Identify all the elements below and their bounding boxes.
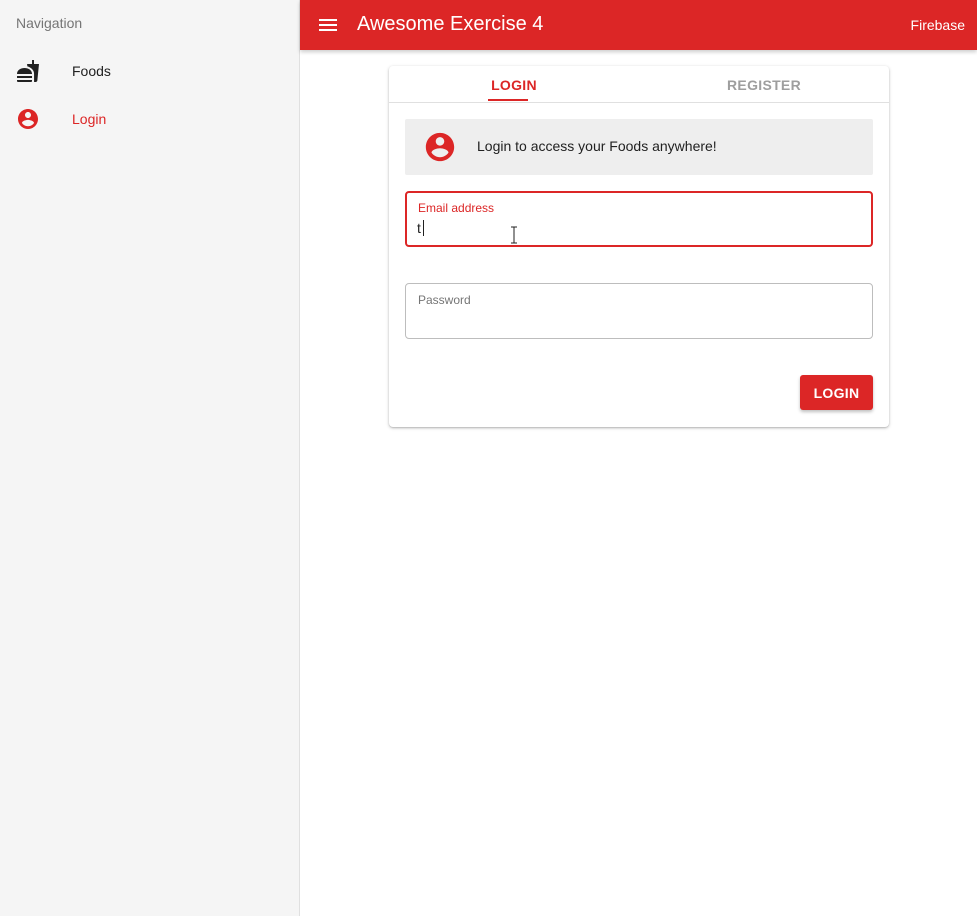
- banner-text: Login to access your Foods anywhere!: [477, 138, 717, 154]
- auth-card: LOGIN REGISTER Login to access your Food…: [389, 66, 889, 427]
- tab-register[interactable]: REGISTER: [639, 66, 889, 103]
- navigation-header: Navigation: [16, 15, 83, 31]
- login-banner: Login to access your Foods anywhere!: [405, 119, 873, 175]
- email-field-label: Email address: [418, 201, 495, 215]
- text-caret: [423, 220, 424, 236]
- email-field[interactable]: Email address: [405, 191, 873, 247]
- app-root: Navigation Foods Login Awesome Exercise …: [0, 0, 977, 916]
- app-toolbar: Awesome Exercise 4 Firebase: [300, 0, 977, 50]
- email-input[interactable]: [417, 217, 857, 239]
- page-title: Awesome Exercise 4: [357, 13, 544, 35]
- tab-indicator: [488, 99, 528, 101]
- account-circle-icon: [425, 132, 455, 162]
- firebase-link[interactable]: Firebase: [911, 17, 965, 33]
- password-field-label: Password: [418, 293, 471, 307]
- auth-tabs: LOGIN REGISTER: [389, 66, 889, 103]
- login-button[interactable]: LOGIN: [800, 375, 873, 410]
- menu-icon[interactable]: [316, 13, 340, 37]
- sidebar-item-login[interactable]: Login: [0, 95, 299, 143]
- tab-login[interactable]: LOGIN: [389, 66, 639, 103]
- sidebar-item-label: Login: [72, 111, 107, 127]
- fastfood-icon: [17, 60, 39, 82]
- sidebar-item-foods[interactable]: Foods: [0, 47, 299, 95]
- sidebar-item-label: Foods: [72, 63, 111, 79]
- account-circle-icon: [18, 109, 38, 129]
- navigation-drawer: Navigation Foods Login: [0, 0, 300, 916]
- text-cursor-icon: [511, 226, 517, 244]
- password-input[interactable]: [417, 309, 857, 331]
- password-field[interactable]: Password: [405, 283, 873, 339]
